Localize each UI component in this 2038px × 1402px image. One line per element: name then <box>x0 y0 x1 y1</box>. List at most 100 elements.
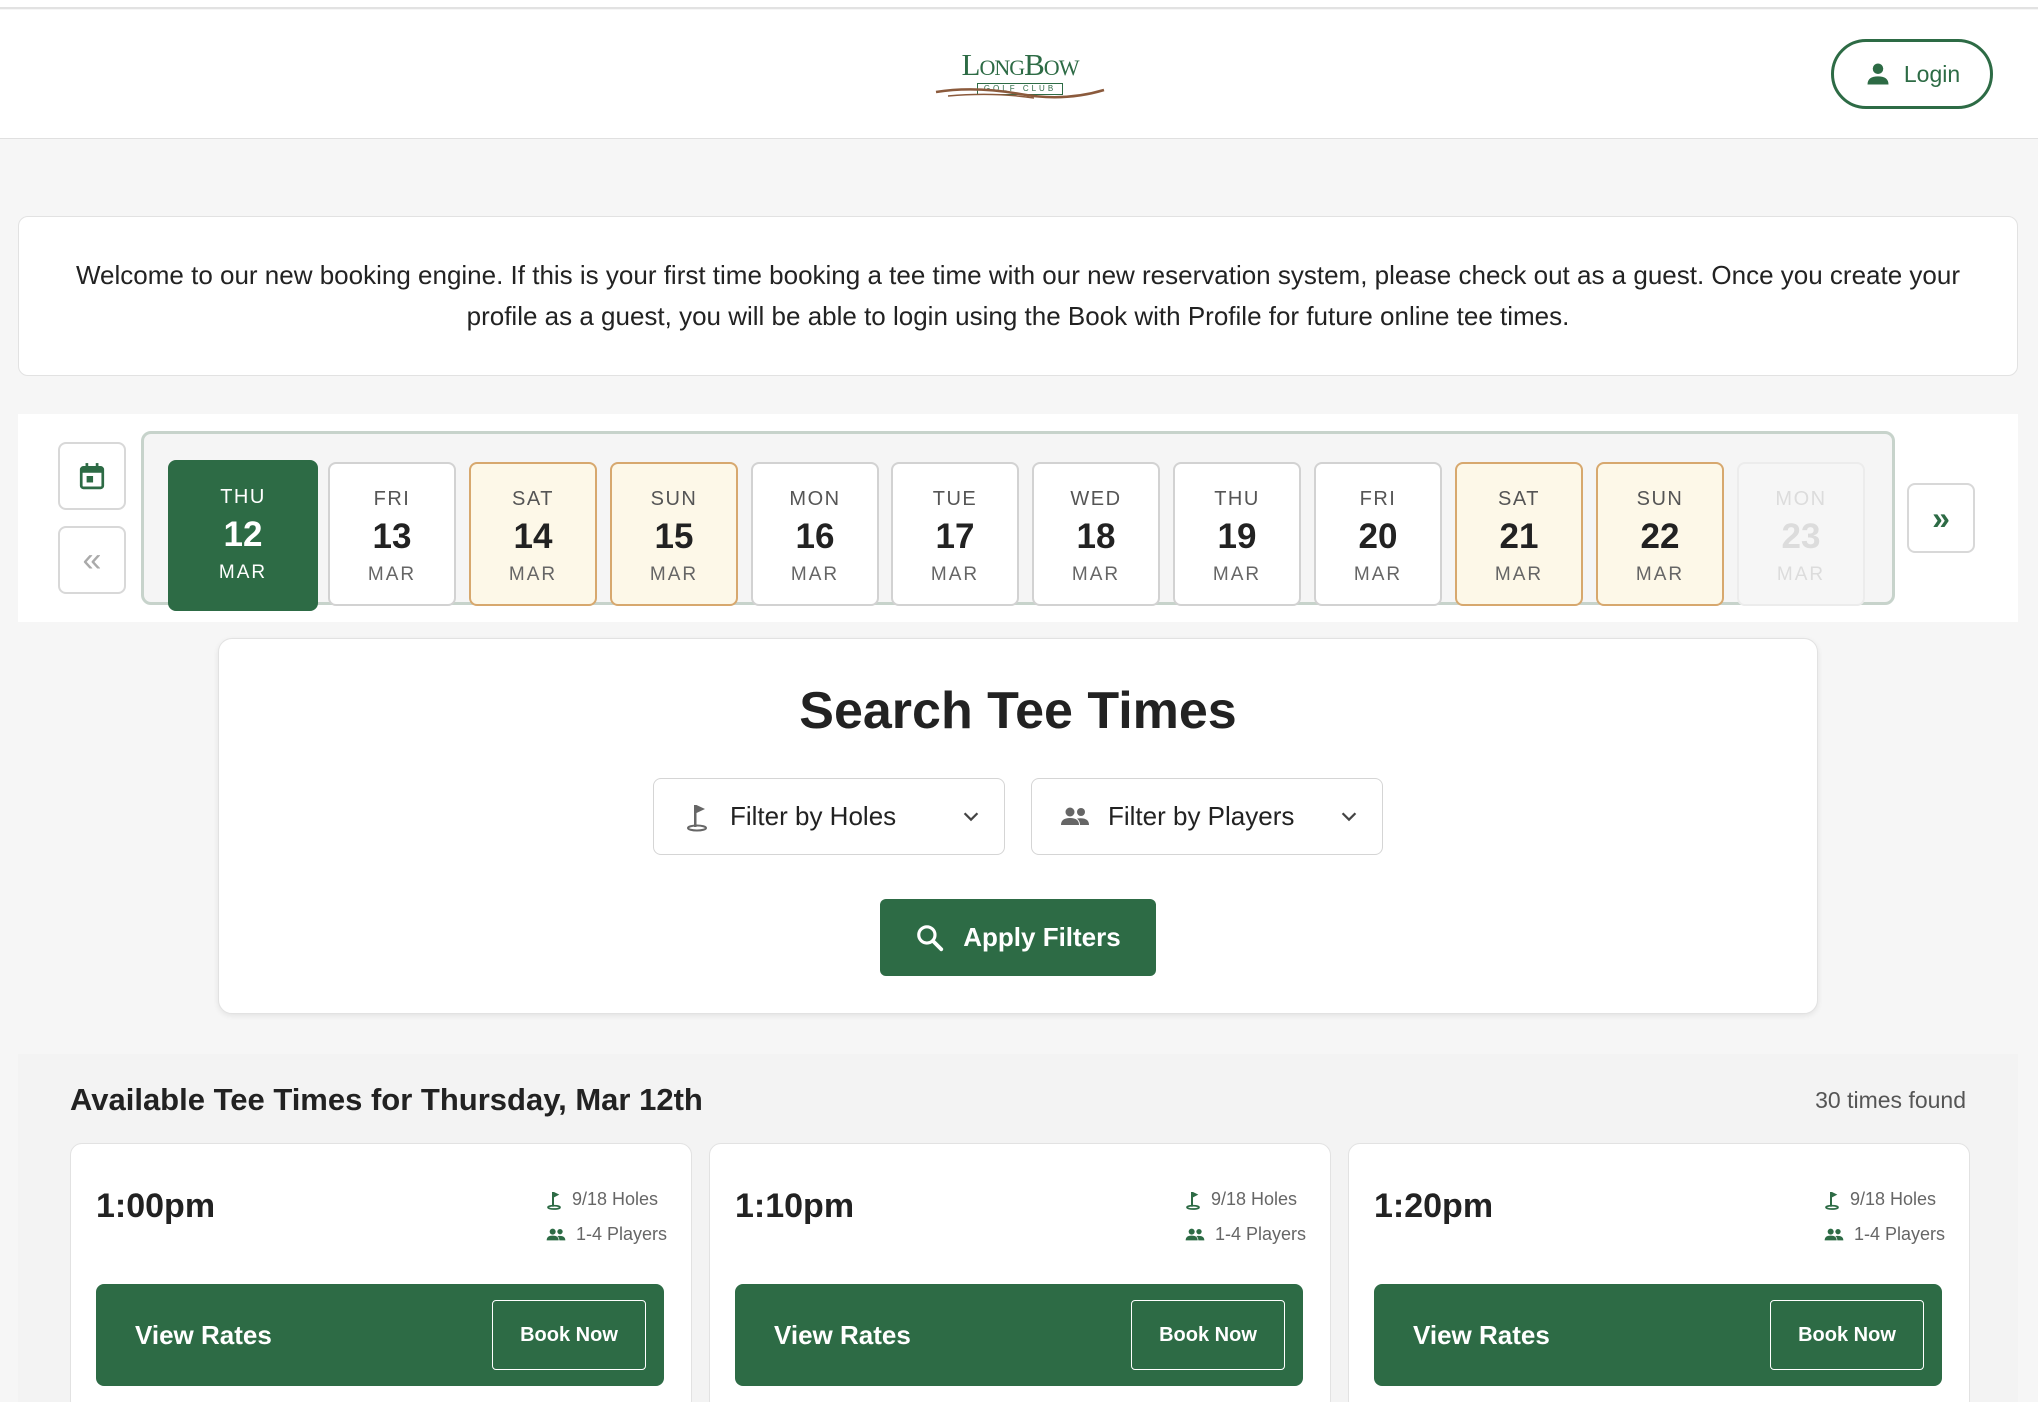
search-title: Search Tee Times <box>799 682 1237 740</box>
date-weekday: FRI <box>1359 488 1397 510</box>
longbow-logo[interactable]: LongBow GOLF CLUB <box>934 48 1106 110</box>
golf-flag-icon <box>1186 1191 1200 1210</box>
filter-holes-select[interactable]: Filter by Holes <box>653 778 1005 855</box>
date-day-number: 13 <box>372 517 412 556</box>
book-now-button[interactable]: Book Now <box>1770 1300 1924 1370</box>
date-weekday: THU <box>220 486 266 508</box>
players-info: 1-4 Players <box>1185 1217 1306 1252</box>
group-icon <box>546 1228 566 1240</box>
date-weekday: FRI <box>373 488 411 510</box>
date-tile[interactable]: SAT 14 MAR <box>469 462 597 606</box>
date-day-number: 18 <box>1076 517 1116 556</box>
tee-time: 1:10pm <box>735 1187 855 1225</box>
date-weekday: SUN <box>650 488 698 510</box>
date-month: MAR <box>790 564 840 585</box>
welcome-message: Welcome to our new booking engine. If th… <box>18 216 2018 376</box>
date-weekday: SUN <box>1636 488 1684 510</box>
previous-dates-button[interactable]: « <box>58 526 126 594</box>
date-weekday: WED <box>1070 488 1122 510</box>
view-rates-label: View Rates <box>1413 1320 1550 1350</box>
group-icon <box>1060 805 1090 829</box>
date-tile[interactable]: FRI 20 MAR <box>1314 462 1442 606</box>
golf-flag-icon <box>682 802 712 832</box>
date-picker-bar: « THU 12 MAR FRI 13 MAR SAT 14 MAR SUN 1… <box>18 414 2018 622</box>
date-weekday: SAT <box>1498 488 1540 510</box>
tee-time-card: 1:20pm 9/18 Holes 1-4 Players View Rates… <box>1348 1143 1970 1402</box>
results-title: Available Tee Times for Thursday, Mar 12… <box>70 1082 703 1117</box>
view-rates-button[interactable]: View Rates Book Now <box>1374 1284 1942 1386</box>
players-label: 1-4 Players <box>575 1224 667 1244</box>
date-tile-disabled: MON 23 MAR <box>1737 462 1865 606</box>
next-dates-button[interactable]: » <box>1907 483 1975 553</box>
date-tile[interactable]: THU 19 MAR <box>1173 462 1301 606</box>
apply-filters-label: Apply Filters <box>963 922 1121 952</box>
apply-filters-button[interactable]: Apply Filters <box>880 899 1156 976</box>
date-tile[interactable]: THU 12 MAR <box>168 460 318 611</box>
search-icon <box>917 924 944 951</box>
view-rates-label: View Rates <box>135 1320 272 1350</box>
welcome-text: Welcome to our new booking engine. If th… <box>75 260 1960 331</box>
date-tile[interactable]: TUE 17 MAR <box>891 462 1019 606</box>
calendar-button[interactable] <box>58 442 126 510</box>
group-icon <box>1185 1228 1205 1240</box>
filter-players-label: Filter by Players <box>1108 801 1295 831</box>
book-now-button[interactable]: Book Now <box>1131 1300 1285 1370</box>
golf-flag-icon <box>1825 1191 1839 1210</box>
date-tile[interactable]: MON 16 MAR <box>751 462 879 606</box>
players-info: 1-4 Players <box>1824 1217 1945 1252</box>
date-month: MAR <box>218 562 268 583</box>
tee-time-card: 1:00pm 9/18 Holes 1-4 Players View Rates… <box>70 1143 692 1402</box>
players-label: 1-4 Players <box>1853 1224 1945 1244</box>
date-month: MAR <box>1212 564 1262 585</box>
date-weekday: MON <box>1775 488 1827 510</box>
holes-label: 9/18 Holes <box>571 1189 659 1209</box>
date-month: MAR <box>930 564 980 585</box>
double-chevron-right-icon: » <box>1932 499 1950 536</box>
date-month: MAR <box>1494 564 1544 585</box>
date-tile[interactable]: SUN 15 MAR <box>610 462 738 606</box>
date-day-number: 16 <box>795 517 835 556</box>
holes-label: 9/18 Holes <box>1849 1189 1937 1209</box>
login-button[interactable]: Login <box>1831 39 1993 109</box>
date-month: MAR <box>649 564 699 585</box>
date-tile[interactable]: FRI 13 MAR <box>328 462 456 606</box>
holes-info: 9/18 Holes <box>1824 1182 1945 1217</box>
date-tile[interactable]: SAT 21 MAR <box>1455 462 1583 606</box>
date-day-number: 14 <box>513 517 553 556</box>
group-icon <box>1824 1228 1844 1240</box>
book-now-button[interactable]: Book Now <box>492 1300 646 1370</box>
date-day-number: 23 <box>1781 517 1821 556</box>
date-month: MAR <box>1776 564 1826 585</box>
filter-players-select[interactable]: Filter by Players <box>1031 778 1383 855</box>
golf-flag-icon <box>547 1191 561 1210</box>
date-tile[interactable]: WED 18 MAR <box>1032 462 1160 606</box>
view-rates-button[interactable]: View Rates Book Now <box>735 1284 1303 1386</box>
top-edge <box>0 0 2038 9</box>
date-month: MAR <box>1071 564 1121 585</box>
search-panel: Search Tee Times Filter by Holes Filter … <box>218 638 1818 1014</box>
results-count: 30 times found <box>1815 1087 1966 1113</box>
view-rates-button[interactable]: View Rates Book Now <box>96 1284 664 1386</box>
holes-info: 9/18 Holes <box>546 1182 667 1217</box>
date-day-number: 19 <box>1217 517 1257 556</box>
date-weekday: THU <box>1214 488 1260 510</box>
calendar-icon <box>79 463 105 490</box>
date-day-number: 21 <box>1499 517 1539 556</box>
players-info: 1-4 Players <box>546 1217 667 1252</box>
view-rates-label: View Rates <box>774 1320 911 1350</box>
date-weekday: MON <box>789 488 841 510</box>
date-month: MAR <box>1635 564 1685 585</box>
date-month: MAR <box>367 564 417 585</box>
holes-label: 9/18 Holes <box>1210 1189 1298 1209</box>
date-tile[interactable]: SUN 22 MAR <box>1596 462 1724 606</box>
logo-swoosh-icon <box>935 88 1105 99</box>
tee-time-meta: 9/18 Holes 1-4 Players <box>1185 1182 1306 1252</box>
filter-holes-label: Filter by Holes <box>730 801 897 831</box>
double-chevron-left-icon: « <box>82 540 102 579</box>
site-header: LongBow GOLF CLUB Login <box>0 10 2038 139</box>
date-weekday: TUE <box>932 488 978 510</box>
date-day-number: 22 <box>1640 517 1680 556</box>
tee-time-meta: 9/18 Holes 1-4 Players <box>1824 1182 1945 1252</box>
holes-info: 9/18 Holes <box>1185 1182 1306 1217</box>
chevron-down-icon <box>1341 812 1357 822</box>
